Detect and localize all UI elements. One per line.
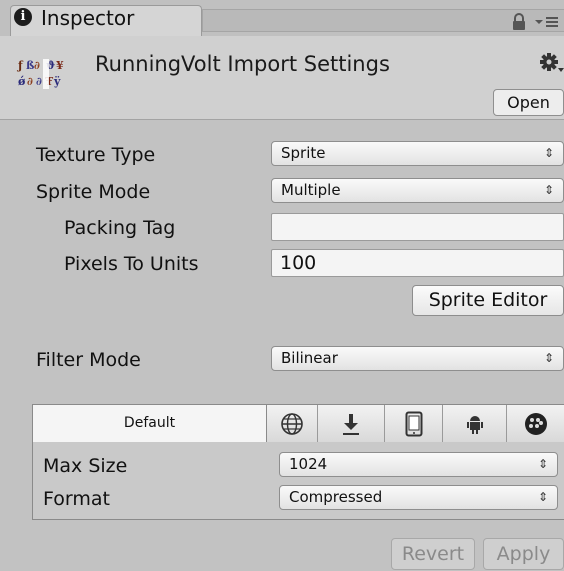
revert-button[interactable]: Revert xyxy=(391,538,475,570)
tab-strip xyxy=(202,9,564,32)
sprite-editor-button[interactable]: Sprite Editor xyxy=(412,285,564,316)
blackberry-icon xyxy=(524,412,547,435)
tab-android[interactable] xyxy=(443,405,507,442)
filter-mode-value: Bilinear xyxy=(281,349,338,367)
svg-text:∂: ∂ xyxy=(27,75,33,88)
tab-blackberry[interactable] xyxy=(507,405,564,442)
format-value: Compressed xyxy=(289,488,383,506)
download-icon xyxy=(343,413,359,435)
svg-text:ÿ: ÿ xyxy=(53,75,61,88)
open-button[interactable]: Open xyxy=(493,89,564,116)
tab-default[interactable]: Default xyxy=(33,405,267,442)
tab-ios[interactable] xyxy=(385,405,443,442)
sprite-mode-label: Sprite Mode xyxy=(36,181,151,203)
svg-text:∂: ∂ xyxy=(34,59,40,72)
tab-webplayer[interactable] xyxy=(318,405,385,442)
dropdown-arrows-icon: ⇕ xyxy=(537,457,548,471)
texture-thumbnail-icon: ƒ ß ∂ ϑ ¥ ǿ ∂ ∂ Ŧ ÿ xyxy=(16,55,82,95)
apply-button[interactable]: Apply xyxy=(483,538,564,570)
format-dropdown[interactable]: Compressed ⇕ xyxy=(279,485,558,510)
mobile-icon xyxy=(405,411,422,436)
tab-standalone[interactable] xyxy=(267,405,318,442)
lock-icon[interactable] xyxy=(511,13,527,31)
texture-type-value: Sprite xyxy=(281,144,326,162)
texture-type-dropdown[interactable]: Sprite ⇕ xyxy=(271,141,564,166)
packing-tag-label: Packing Tag xyxy=(64,217,176,239)
asset-header xyxy=(0,36,564,120)
svg-text:ǿ: ǿ xyxy=(18,75,26,88)
sprite-mode-dropdown[interactable]: Multiple ⇕ xyxy=(271,178,564,203)
dropdown-arrows-icon: ⇕ xyxy=(537,490,548,504)
filter-mode-dropdown[interactable]: Bilinear ⇕ xyxy=(271,346,564,371)
format-label: Format xyxy=(43,488,110,510)
gear-icon[interactable] xyxy=(537,50,564,76)
globe-icon xyxy=(281,412,303,435)
texture-type-label: Texture Type xyxy=(36,144,156,166)
max-size-value: 1024 xyxy=(289,455,328,473)
filter-mode-label: Filter Mode xyxy=(36,349,141,371)
packing-tag-input[interactable] xyxy=(271,213,564,241)
svg-text:¥: ¥ xyxy=(56,59,64,72)
info-icon: i xyxy=(14,8,32,26)
dropdown-arrows-icon: ⇕ xyxy=(543,183,554,197)
import-settings-title: RunningVolt Import Settings xyxy=(95,52,390,76)
sprite-mode-value: Multiple xyxy=(281,181,341,199)
svg-text:∂: ∂ xyxy=(36,75,42,88)
android-icon xyxy=(466,415,483,434)
pixels-to-units-label: Pixels To Units xyxy=(64,253,199,275)
dropdown-arrows-icon: ⇕ xyxy=(543,146,554,160)
max-size-label: Max Size xyxy=(43,455,128,477)
tab-label: Inspector xyxy=(41,6,135,30)
pixels-to-units-input[interactable]: 100 xyxy=(271,249,564,277)
menu-icon[interactable] xyxy=(534,11,560,31)
max-size-dropdown[interactable]: 1024 ⇕ xyxy=(279,452,558,477)
dropdown-arrows-icon: ⇕ xyxy=(543,351,554,365)
